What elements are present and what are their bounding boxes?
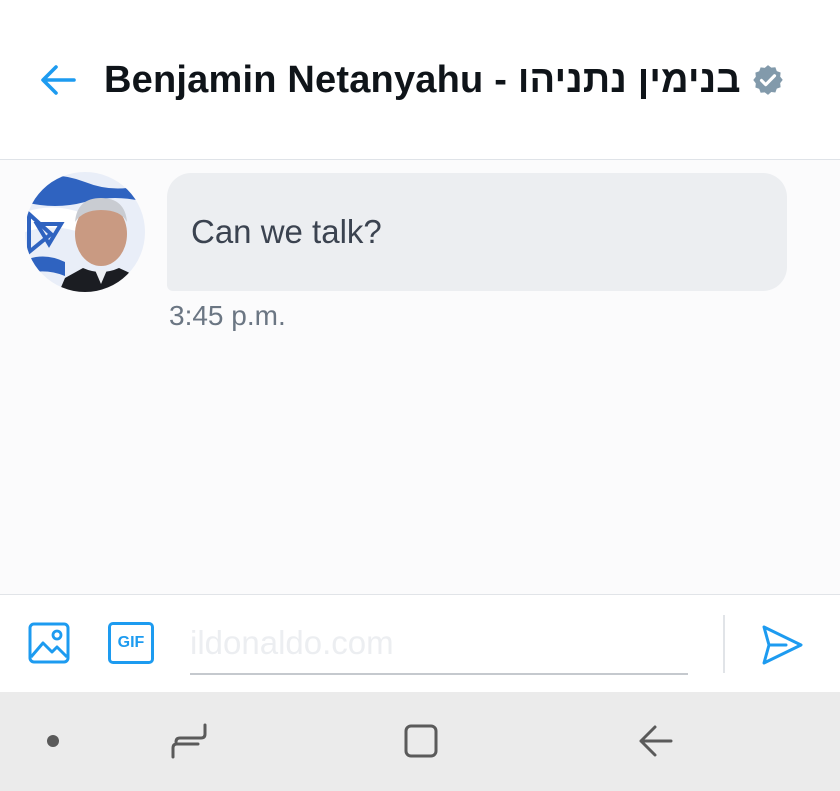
back-icon <box>639 725 673 757</box>
avatar[interactable] <box>25 172 145 292</box>
image-icon[interactable] <box>27 621 71 665</box>
nav-dot[interactable] <box>28 716 78 766</box>
system-navigation-bar <box>0 692 840 791</box>
dot-icon <box>47 735 59 747</box>
contact-name[interactable]: Benjamin Netanyahu - בנימין נתניהו <box>104 59 741 102</box>
conversation-header: Benjamin Netanyahu - בנימין נתניהו <box>0 0 840 160</box>
message-input[interactable] <box>190 613 688 675</box>
message-text: Can we talk? <box>191 213 382 250</box>
nav-home[interactable] <box>396 716 446 766</box>
message-timestamp: 3:45 p.m. <box>169 300 286 331</box>
conversation-area: Can we talk? 3:45 p.m. <box>0 160 840 594</box>
message-bubble[interactable]: Can we talk? <box>167 173 787 291</box>
back-button[interactable] <box>36 58 80 102</box>
header-title-row: Benjamin Netanyahu - בנימין נתניהו <box>104 52 785 108</box>
gif-button[interactable]: GIF <box>108 622 154 664</box>
message-composer: GIF <box>0 594 840 693</box>
home-icon <box>404 724 438 758</box>
nav-recents[interactable] <box>162 716 212 766</box>
arrow-left-icon[interactable] <box>38 60 78 100</box>
composer-divider <box>723 615 725 673</box>
gif-label: GIF <box>117 634 145 651</box>
verified-badge-icon <box>753 65 783 95</box>
nav-back[interactable] <box>630 716 680 766</box>
recents-icon <box>171 723 207 759</box>
avatar-image <box>25 172 145 292</box>
send-icon[interactable] <box>760 623 804 667</box>
